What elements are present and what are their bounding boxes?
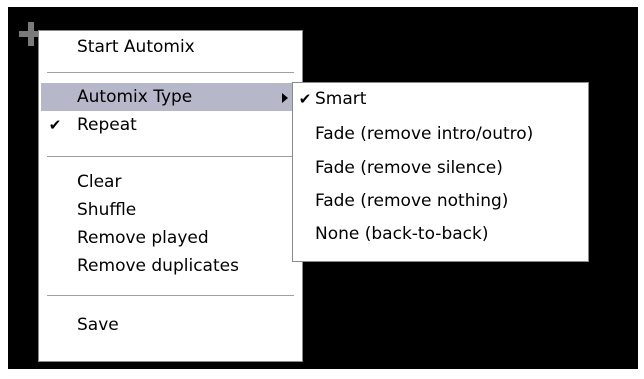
menu-item-label: Shuffle	[77, 200, 137, 220]
submenu-item-fade-remove-intro-outro[interactable]: Fade (remove intro/outro)	[295, 120, 586, 148]
menu-item-label: Remove played	[77, 228, 209, 248]
menu-item-label: Remove duplicates	[77, 256, 239, 276]
menu-item-label: Clear	[77, 172, 122, 192]
menu-item-label: Fade (remove intro/outro)	[315, 124, 534, 144]
menu-item-clear[interactable]: Clear	[41, 168, 300, 196]
menu-item-remove-played[interactable]: Remove played	[41, 224, 300, 252]
menu-item-shuffle[interactable]: Shuffle	[41, 196, 300, 224]
submenu-item-fade-remove-silence[interactable]: Fade (remove silence)	[295, 154, 586, 182]
context-menu: Start Automix Automix Type ✔ Repeat Clea…	[38, 30, 303, 362]
menu-separator	[47, 72, 294, 74]
menu-separator	[47, 295, 294, 297]
automix-type-submenu: ✔ Smart Fade (remove intro/outro) Fade (…	[292, 82, 589, 262]
menu-item-label: Fade (remove nothing)	[315, 191, 509, 211]
check-icon: ✔	[48, 116, 62, 134]
menu-separator	[47, 156, 294, 158]
menu-item-label: Repeat	[77, 115, 137, 135]
menu-item-label: Automix Type	[77, 87, 193, 107]
menu-item-label: Save	[77, 315, 119, 335]
menu-item-label: Smart	[315, 89, 367, 109]
menu-item-save[interactable]: Save	[41, 311, 300, 339]
menu-item-label: Fade (remove silence)	[315, 158, 503, 178]
menu-item-label: Start Automix	[77, 37, 195, 57]
menu-item-start-automix[interactable]: Start Automix	[41, 33, 300, 61]
menu-item-remove-duplicates[interactable]: Remove duplicates	[41, 252, 300, 280]
submenu-item-fade-remove-nothing[interactable]: Fade (remove nothing)	[295, 187, 586, 215]
menu-item-repeat[interactable]: ✔ Repeat	[41, 111, 300, 139]
submenu-arrow-icon	[282, 93, 288, 103]
menu-item-label: None (back-to-back)	[315, 224, 489, 244]
menu-item-automix-type[interactable]: Automix Type	[41, 83, 300, 111]
submenu-item-smart[interactable]: ✔ Smart	[295, 85, 586, 113]
check-icon: ✔	[298, 90, 312, 108]
submenu-item-none-back-to-back[interactable]: None (back-to-back)	[295, 220, 586, 248]
